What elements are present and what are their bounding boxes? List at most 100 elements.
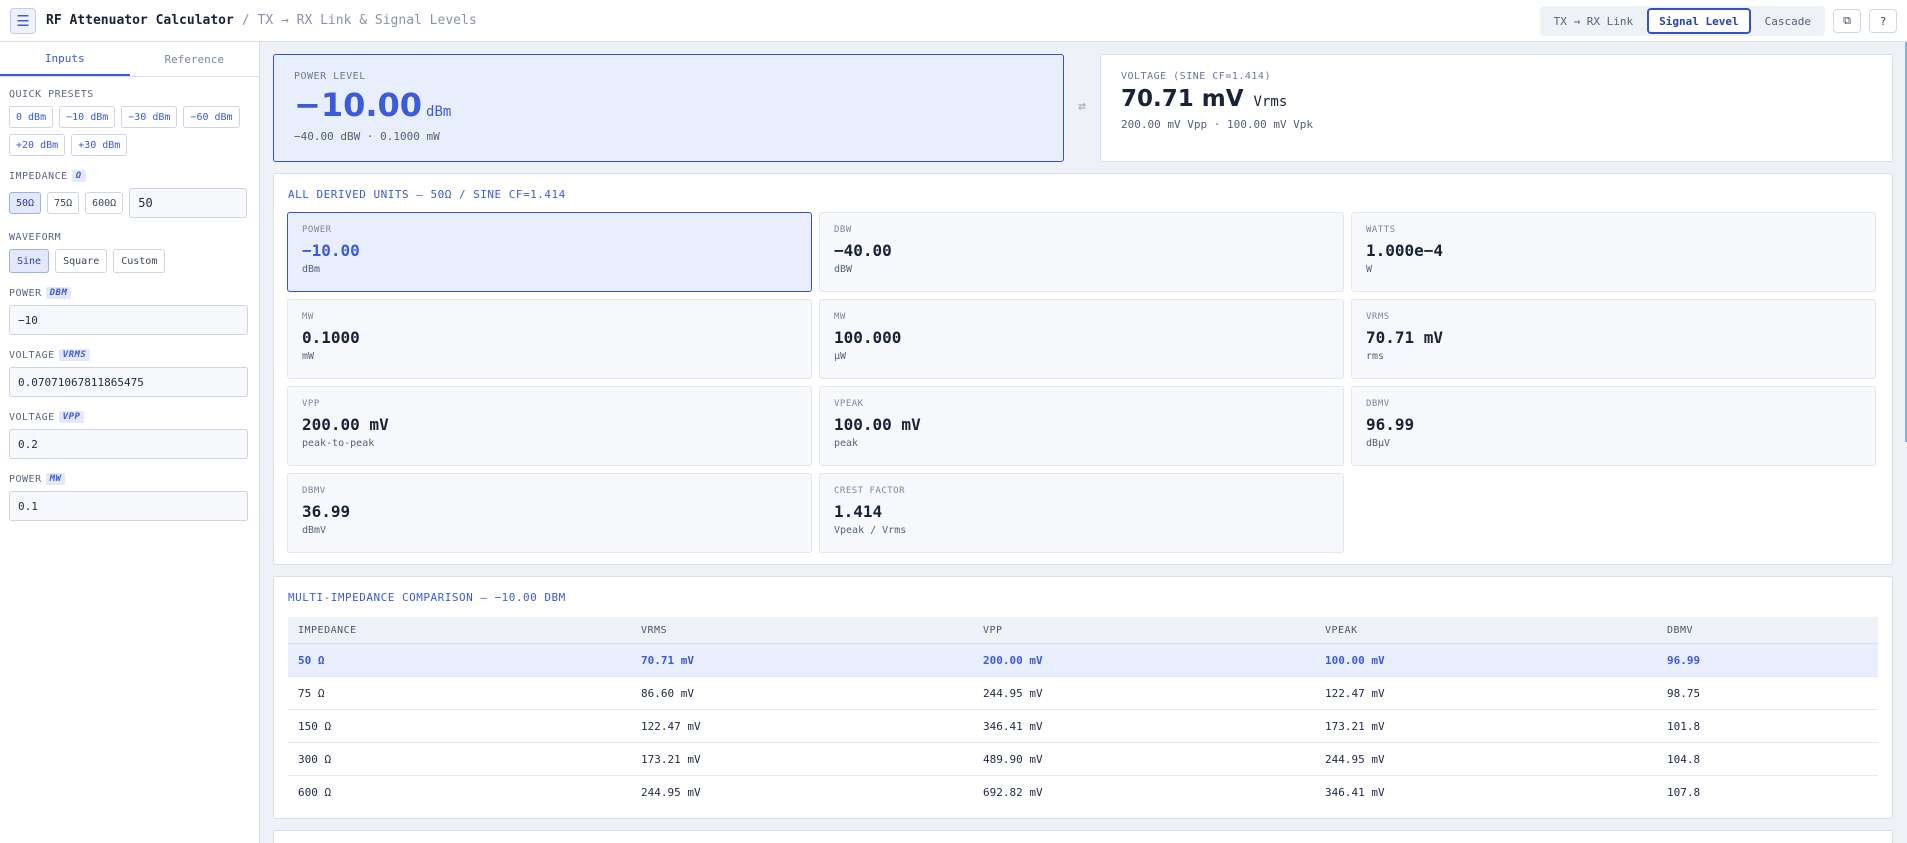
- power-mw-input[interactable]: [9, 491, 248, 521]
- derived-value: 100.00 mV: [834, 415, 921, 434]
- derived-card-uw: MW 100.000 µW: [819, 299, 1344, 379]
- derived-unit: µW: [834, 351, 847, 362]
- derived-value: 70.71 mV: [1366, 328, 1444, 347]
- derived-unit: peak-to-peak: [302, 438, 375, 449]
- breadcrumb: / TX → RX Link & Signal Levels: [241, 13, 477, 28]
- table-cell: 98.75: [1667, 686, 1701, 700]
- derived-label: DBW: [834, 225, 852, 235]
- hamburger-menu-icon[interactable]: ☰: [10, 7, 36, 34]
- impedance-row: 50Ω 75Ω 600Ω: [9, 188, 250, 218]
- voltage-vrms-label: VOLTAGE VRMS: [9, 349, 250, 361]
- impedance-comparison-title: MULTI-IMPEDANCE COMPARISON — −10.00 DBM: [288, 591, 566, 604]
- derived-card-dbw: DBW −40.00 dBW: [819, 212, 1344, 292]
- derived-value: 1.414: [834, 502, 883, 521]
- waveform-sine-button[interactable]: Sine: [9, 249, 50, 273]
- summary-row: POWER LEVEL −10.00 dBm −40.00 dBW · 0.100…: [273, 54, 1893, 162]
- derived-label: WATTS: [1366, 225, 1396, 235]
- table-cell: 346.41 mV: [1325, 786, 1385, 799]
- table-cell: 122.47 mV: [641, 719, 701, 733]
- sidebar-tabs: Inputs Reference: [0, 42, 259, 77]
- table-row[interactable]: 50 Ω 70.71 mV 200.00 mV 100.00 mV 96.99: [288, 644, 1878, 677]
- derived-value: −40.00: [834, 241, 892, 260]
- table-cell: 173.21 mV: [641, 752, 701, 766]
- voltage-label: VOLTAGE (SINE CF=1.414): [1121, 71, 1271, 82]
- app-header: ☰ RF Attenuator Calculator / TX → RX Lin…: [0, 0, 1907, 42]
- tab-inputs[interactable]: Inputs: [0, 42, 130, 76]
- table-cell: 86.60 mV: [641, 686, 694, 700]
- derived-value: 200.00 mV: [302, 415, 389, 434]
- impedance-unit-tag: Ω: [71, 170, 86, 182]
- help-icon[interactable]: ?: [1869, 9, 1897, 33]
- derived-units-panel: ALL DERIVED UNITS — 50Ω / SINE CF=1.414 …: [273, 173, 1893, 565]
- power-dbm-input[interactable]: [9, 305, 248, 335]
- derived-units-title: ALL DERIVED UNITS — 50Ω / SINE CF=1.414: [288, 188, 566, 201]
- preset-plus20dbm-button[interactable]: +20 dBm: [9, 134, 66, 156]
- impedance-600-button[interactable]: 600Ω: [85, 192, 124, 214]
- table-cell: 104.8: [1667, 752, 1701, 766]
- table-row[interactable]: 75 Ω 86.60 mV 244.95 mV 122.47 mV 98.75: [288, 677, 1878, 710]
- table-cell: 107.8: [1667, 786, 1701, 799]
- preset-minus10dbm-button[interactable]: −10 dBm: [59, 106, 116, 128]
- derived-unit: dBm: [302, 264, 321, 275]
- table-cell: 50 Ω: [298, 653, 325, 667]
- table-header-row: IMPEDANCE VRMS VPP VPEAK DBMV: [288, 617, 1878, 644]
- waveform-custom-button[interactable]: Custom: [113, 249, 166, 273]
- table-row[interactable]: 600 Ω 244.95 mV 692.82 mV 346.41 mV 107.…: [288, 776, 1878, 809]
- derived-label: MW: [834, 312, 846, 322]
- derived-card-vpp: VPP 200.00 mV peak-to-peak: [287, 386, 812, 466]
- mode-signal-level-button[interactable]: Signal Level: [1647, 8, 1751, 34]
- field-label: POWER: [9, 287, 42, 299]
- waveform-square-button[interactable]: Square: [55, 249, 108, 273]
- main-content: POWER LEVEL −10.00 dBm −40.00 dBW · 0.100…: [260, 42, 1907, 843]
- impedance-input[interactable]: [129, 188, 248, 218]
- derived-unit: dBµV: [1366, 438, 1391, 449]
- swap-arrows-icon[interactable]: ⇄: [1072, 99, 1092, 114]
- unit-tag: VRMS: [58, 349, 91, 361]
- column-header: VRMS: [641, 624, 668, 636]
- field-label: VOLTAGE: [9, 349, 55, 361]
- preset-plus30dbm-button[interactable]: +30 dBm: [71, 134, 128, 156]
- derived-card-dbmv: DBMV 36.99 dBmV: [287, 473, 812, 553]
- voltage-unit: Vrms: [1253, 94, 1288, 110]
- table-cell: 489.90 mV: [983, 752, 1043, 766]
- power-level-sub: −40.00 dBW · 0.1000 mW: [294, 130, 440, 143]
- waveform-label: WAVEFORM: [9, 232, 62, 243]
- preset-minus60dbm-button[interactable]: −60 dBm: [183, 106, 240, 128]
- table-row[interactable]: 150 Ω 122.47 mV 346.41 mV 173.21 mV 101.…: [288, 710, 1878, 743]
- table-cell: 122.47 mV: [1325, 686, 1385, 700]
- voltage-vpp-input[interactable]: [9, 429, 248, 459]
- column-header: VPP: [983, 624, 1003, 636]
- preset-0dbm-button[interactable]: 0 dBm: [9, 106, 54, 128]
- mode-cascade-button[interactable]: Cascade: [1753, 8, 1823, 34]
- impedance-comparison-panel: MULTI-IMPEDANCE COMPARISON — −10.00 DBM …: [273, 576, 1893, 819]
- derived-unit: W: [1366, 264, 1373, 275]
- derived-label: DBMV: [302, 486, 326, 496]
- impedance-50-button[interactable]: 50Ω: [9, 192, 42, 214]
- presets-row: 0 dBm −10 dBm −30 dBm −60 dBm +20 dBm +3…: [9, 106, 250, 156]
- mode-tx-rx-link-button[interactable]: TX → RX Link: [1542, 8, 1645, 34]
- derived-label: VPEAK: [834, 399, 864, 409]
- derived-card-mw: MW 0.1000 mW: [287, 299, 812, 379]
- derived-label: VRMS: [1366, 312, 1390, 322]
- unit-tag: VPP: [58, 411, 85, 423]
- derived-card-vpeak: VPEAK 100.00 mV peak: [819, 386, 1344, 466]
- impedance-label-text: IMPEDANCE: [9, 170, 68, 182]
- derived-value: 96.99: [1366, 415, 1415, 434]
- table-cell: 75 Ω: [298, 686, 325, 700]
- table-row[interactable]: 300 Ω 173.21 mV 489.90 mV 244.95 mV 104.…: [288, 743, 1878, 776]
- voltage-sub: 200.00 mV Vpp · 100.00 mV Vpk: [1121, 118, 1314, 131]
- table-cell: 346.41 mV: [983, 719, 1043, 733]
- preset-minus30dbm-button[interactable]: −30 dBm: [121, 106, 178, 128]
- copy-icon[interactable]: ⧉: [1833, 9, 1861, 33]
- table-cell: 300 Ω: [298, 752, 332, 766]
- impedance-75-button[interactable]: 75Ω: [47, 192, 80, 214]
- table-cell: 244.95 mV: [983, 686, 1043, 700]
- table-cell: 96.99: [1667, 653, 1701, 667]
- tab-reference[interactable]: Reference: [130, 42, 260, 76]
- table-cell: 244.95 mV: [641, 786, 701, 799]
- unit-tag: MW: [45, 473, 66, 485]
- voltage-vrms-input[interactable]: [9, 367, 248, 397]
- waveform-row: Sine Square Custom: [9, 249, 250, 273]
- impedance-comparison-table: IMPEDANCE VRMS VPP VPEAK DBMV 50 Ω 70.71…: [288, 617, 1878, 809]
- derived-card-vrms: VRMS 70.71 mV rms: [1351, 299, 1876, 379]
